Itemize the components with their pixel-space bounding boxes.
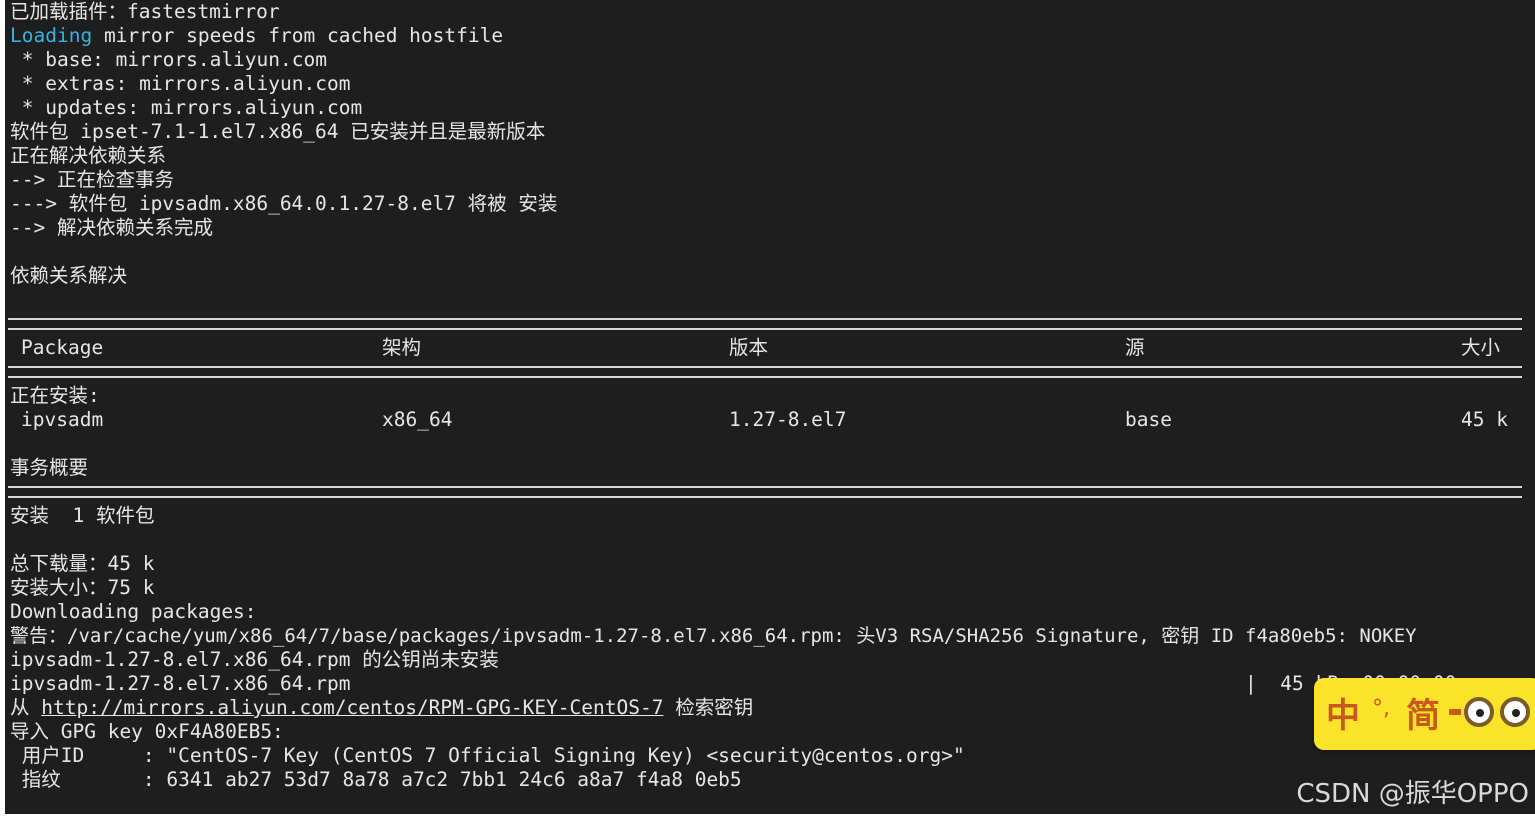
ime-mascot-eye-icon[interactable] <box>1464 697 1494 727</box>
table-cell-package: ipvsadm <box>21 408 104 431</box>
terminal-line: * extras: mirrors.aliyun.com <box>10 72 351 95</box>
table-header-size: 大小 <box>1461 336 1501 359</box>
ime-simplified-toggle[interactable]: 简 <box>1406 688 1440 737</box>
loading-rest: mirror speeds from cached hostfile <box>103 24 504 47</box>
terminal-line: * updates: mirrors.aliyun.com <box>10 96 363 119</box>
terminal-line: Downloading packages: <box>10 600 257 623</box>
terminal-line: Loading mirror speeds from cached hostfi… <box>10 24 503 48</box>
table-header-version: 版本 <box>729 336 769 359</box>
terminal-window[interactable]: 已加载插件：fastestmirror Loading mirror speed… <box>5 0 1535 814</box>
terminal-line: 依赖关系解决 <box>10 264 128 287</box>
from-prefix: 从 <box>10 696 42 719</box>
terminal-line: 正在解决依赖关系 <box>10 144 167 167</box>
ime-toolbar[interactable]: 中 °, 简 <box>1314 678 1535 750</box>
terminal-line: 正在安装: <box>10 384 100 407</box>
terminal-line: ipvsadm-1.27-8.el7.x86_64.rpm 的公钥尚未安装 <box>10 648 499 671</box>
csdn-watermark: CSDN @振华OPPO <box>1296 779 1529 809</box>
table-separator <box>8 366 1522 378</box>
terminal-line: 安装 1 软件包 <box>10 504 155 527</box>
table-separator <box>8 486 1522 498</box>
terminal-line: 从 http://mirrors.aliyun.com/centos/RPM-G… <box>10 696 753 720</box>
loading-word: Loading <box>10 24 93 47</box>
ime-language-toggle[interactable]: 中 <box>1326 688 1360 737</box>
terminal-line: 事务概要 <box>10 456 89 479</box>
table-header-repo: 源 <box>1125 336 1145 359</box>
terminal-line: ipvsadm-1.27-8.el7.x86_64.rpm <box>10 672 351 695</box>
table-header-package: Package <box>21 336 104 359</box>
table-header-arch: 架构 <box>382 336 422 359</box>
table-cell-arch: x86_64 <box>382 408 453 431</box>
terminal-line: 已加载插件：fastestmirror <box>10 0 280 23</box>
ime-mascot-eye-icon[interactable] <box>1500 697 1530 727</box>
table-cell-size: 45 k <box>1461 408 1508 431</box>
terminal-line: 警告：/var/cache/yum/x86_64/7/base/packages… <box>10 625 1417 647</box>
terminal-line: 总下载量：45 k <box>10 552 155 575</box>
terminal-line: --> 正在检查事务 <box>10 168 174 191</box>
terminal-line: 软件包 ipset-7.1-1.el7.x86_64 已安装并且是最新版本 <box>10 120 546 143</box>
gpg-key-link[interactable]: http://mirrors.aliyun.com/centos/RPM-GPG… <box>41 696 663 719</box>
table-cell-repo: base <box>1125 408 1172 431</box>
terminal-line: ---> 软件包 ipvsadm.x86_64.0.1.27-8.el7 将被 … <box>10 192 558 215</box>
table-cell-version: 1.27-8.el7 <box>729 408 847 431</box>
ime-divider <box>1449 709 1461 715</box>
terminal-line: --> 解决依赖关系完成 <box>10 216 213 239</box>
fetch-key-suffix: 检索密钥 <box>663 696 754 719</box>
table-separator <box>8 318 1522 330</box>
ime-punctuation-toggle[interactable]: °, <box>1372 696 1390 721</box>
terminal-line: 用户ID : "CentOS-7 Key (CentOS 7 Official … <box>10 744 965 767</box>
terminal-line: * base: mirrors.aliyun.com <box>10 48 327 71</box>
terminal-line: 安装大小：75 k <box>10 576 155 599</box>
terminal-line: 指纹 : 6341 ab27 53d7 8a78 a7c2 7bb1 24c6 … <box>10 768 742 791</box>
terminal-line: 导入 GPG key 0xF4A80EB5: <box>10 720 284 743</box>
